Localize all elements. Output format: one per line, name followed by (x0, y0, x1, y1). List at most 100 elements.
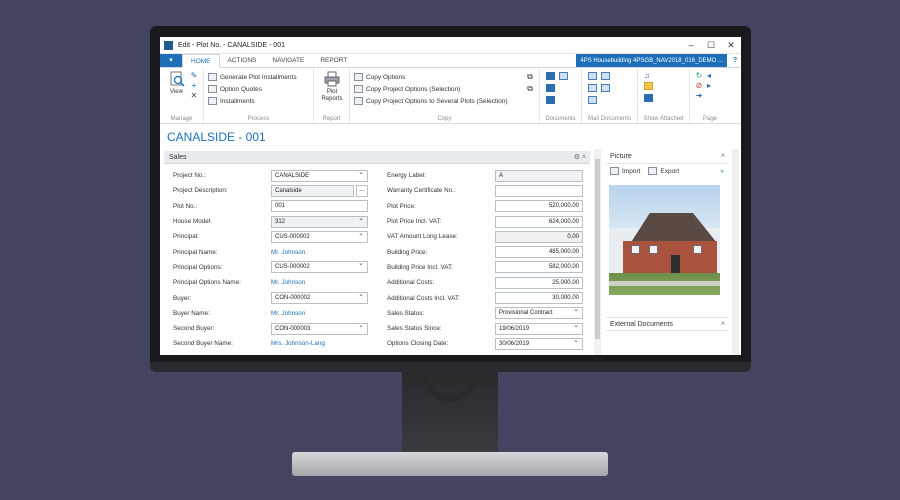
group-label-show-attached: Show Attached (643, 116, 684, 122)
company-badge[interactable]: 4PS Housebuilding 4PSGB_NAV2018_016_DEMO… (576, 54, 727, 67)
attachment-icon[interactable] (644, 94, 653, 102)
main-scrollbar-thumb[interactable] (595, 159, 600, 339)
import-button[interactable]: Import (610, 167, 640, 175)
installments-button[interactable]: Installments (208, 95, 309, 107)
printer-icon (324, 71, 340, 87)
principal-name-label: Principal Name: (173, 248, 218, 256)
sales-collapse-icon[interactable]: ⚙ ˄ (574, 151, 586, 164)
second-buyer-name-link[interactable]: Mrs. Johnson-Lang (271, 340, 325, 347)
copy-extra-icon[interactable]: ⧉ (525, 72, 535, 82)
monitor-stand-base (292, 452, 608, 476)
tab-navigate[interactable]: NAVIGATE (264, 54, 312, 67)
document-icon[interactable] (546, 84, 555, 92)
principal-name-link[interactable]: Mr. Johnson (271, 249, 305, 256)
app-menu-button[interactable]: ▾ (160, 54, 182, 67)
external-documents-header[interactable]: External Documents ˄ (606, 317, 728, 331)
copy-options-button[interactable]: Copy Options ⧉ (354, 71, 535, 83)
sales-status-select[interactable]: Provisional Contract (495, 307, 583, 320)
clear-filter-icon[interactable]: ⊘ (694, 81, 704, 91)
building-price-incl-vat-field[interactable]: 582,000.00 (495, 261, 583, 274)
second-buyer-select[interactable]: CON-000003 (271, 322, 368, 335)
additional-costs-field[interactable]: 25,000.00 (495, 276, 583, 289)
building-price-field[interactable]: 485,000.00 (495, 246, 583, 259)
field-row-principal-options-name: Principal Options Name: Mr. Johnson (173, 275, 368, 290)
delete-icon[interactable]: ✕ (189, 91, 199, 101)
additional-costs-incl-vat-field[interactable]: 30,000.00 (495, 292, 583, 305)
energy-label-field[interactable]: A (495, 169, 583, 182)
field-row-vat-amount-long-lease: VAT Amount Long Lease: 0.00 (387, 229, 583, 244)
mail-icon[interactable] (588, 96, 597, 104)
warranty-certificate-no-field[interactable] (495, 184, 583, 197)
project-description-field[interactable]: Canalside (271, 184, 354, 197)
copy-project-options-button[interactable]: Copy Project Options (Selection) ⧉ (354, 83, 535, 95)
plot-price-field[interactable]: 520,000.00 (495, 200, 583, 213)
field-row-building-price-incl-vat: Building Price Incl. VAT: 582,000.00 (387, 260, 583, 275)
first-page-icon[interactable]: ◂ (704, 71, 714, 81)
external-documents-collapse-icon[interactable]: ˄ (721, 318, 725, 332)
export-button[interactable]: Export (648, 167, 679, 175)
project-no-select[interactable]: CANALSIDE (271, 169, 368, 182)
mail-icon[interactable] (601, 84, 610, 92)
principal-options-select[interactable]: CUS-000002 (271, 261, 368, 274)
project-description-label: Project Description: (173, 187, 228, 195)
edit-icon[interactable]: ✎ (189, 71, 199, 81)
picture-collapse-icon[interactable]: ˄ (721, 150, 725, 164)
options-closing-date-label: Options Closing Date: (387, 340, 449, 348)
group-label-mail-documents: Mail Documents (587, 116, 631, 122)
generate-plot-installments-button[interactable]: Generate Plot Installments (208, 71, 309, 83)
document-icon[interactable] (546, 72, 555, 80)
refresh-icon[interactable]: ↻ (694, 71, 704, 81)
plot-no-field[interactable]: 001 (271, 200, 368, 213)
buyer-name-link[interactable]: Mr. Johnson (271, 310, 305, 317)
goto-icon[interactable]: ➜ (694, 91, 704, 101)
options-closing-date-select[interactable]: 30/06/2019 (495, 337, 583, 350)
tab-home[interactable]: HOME (182, 54, 220, 68)
project-description-lookup-button[interactable]: ... (356, 184, 368, 197)
principal-select[interactable]: CUS-000002 (271, 230, 368, 243)
sales-fasttab-header[interactable]: Sales ⚙ ˄ (164, 151, 590, 164)
main-scrollbar[interactable] (594, 149, 601, 355)
view-button[interactable]: View (164, 71, 189, 101)
more-actions-button[interactable]: » (720, 168, 724, 175)
field-row-sales-status: Sales Status: Provisional Contract (387, 306, 583, 321)
plot-price-incl-vat-field[interactable]: 624,000.00 (495, 215, 583, 228)
mail-icon[interactable] (588, 72, 597, 80)
house-model-select[interactable]: 312 (271, 215, 368, 228)
tab-actions[interactable]: ACTIONS (220, 54, 265, 67)
document-icon[interactable] (559, 72, 568, 80)
export-label: Export (660, 167, 680, 175)
help-icon[interactable]: ? (729, 54, 741, 67)
picture-actions: Import Export » (606, 164, 728, 178)
copy-extra-icon[interactable]: ⧉ (525, 84, 535, 94)
copy-options-several-plots-button[interactable]: Copy Project Options to Several Plots (S… (354, 95, 535, 107)
principal-options-label: Principal Options: (173, 263, 223, 271)
maximize-button[interactable]: ☐ (701, 40, 721, 51)
close-button[interactable]: ✕ (721, 40, 741, 51)
house-window (649, 245, 658, 254)
sales-status-label: Sales Status: (387, 309, 425, 317)
factbox-scrollbar[interactable] (732, 149, 739, 355)
option-quotes-button[interactable]: Option Quotes (208, 83, 309, 95)
tab-report[interactable]: REPORT (312, 54, 355, 67)
new-icon[interactable]: + (189, 81, 199, 91)
house-roof (630, 213, 717, 243)
buyer-select[interactable]: CON-000002 (271, 292, 368, 305)
sales-status-since-select[interactable]: 19/06/2019 (495, 322, 583, 335)
next-page-icon[interactable]: ▸ (704, 81, 714, 91)
document-icon[interactable] (546, 96, 555, 104)
vat-amount-long-lease-field[interactable]: 0.00 (495, 230, 583, 243)
ribbon-group-copy: Copy Options ⧉ Copy Project Options (Sele… (350, 68, 540, 123)
picture-header-label: Picture (610, 153, 632, 160)
option-quotes-label: Option Quotes (220, 85, 262, 93)
principal-options-name-link[interactable]: Mr. Johnson (271, 279, 305, 286)
minimize-button[interactable]: – (681, 40, 701, 50)
app-window: Edit - Plot No. - CANALSIDE - 001 – ☐ ✕ … (160, 37, 741, 355)
link-icon[interactable]: ♫ (642, 71, 652, 81)
mail-icon[interactable] (601, 72, 610, 80)
sales-right-column: Energy Label: A Warranty Certificate No.: P… (387, 168, 583, 352)
mail-icon[interactable] (588, 84, 597, 92)
picture-header[interactable]: Picture ˄ (606, 150, 728, 164)
second-buyer-name-label: Second Buyer Name: (173, 340, 233, 348)
plot-reports-button[interactable]: Plot Reports (318, 71, 346, 103)
note-icon[interactable] (644, 82, 653, 90)
